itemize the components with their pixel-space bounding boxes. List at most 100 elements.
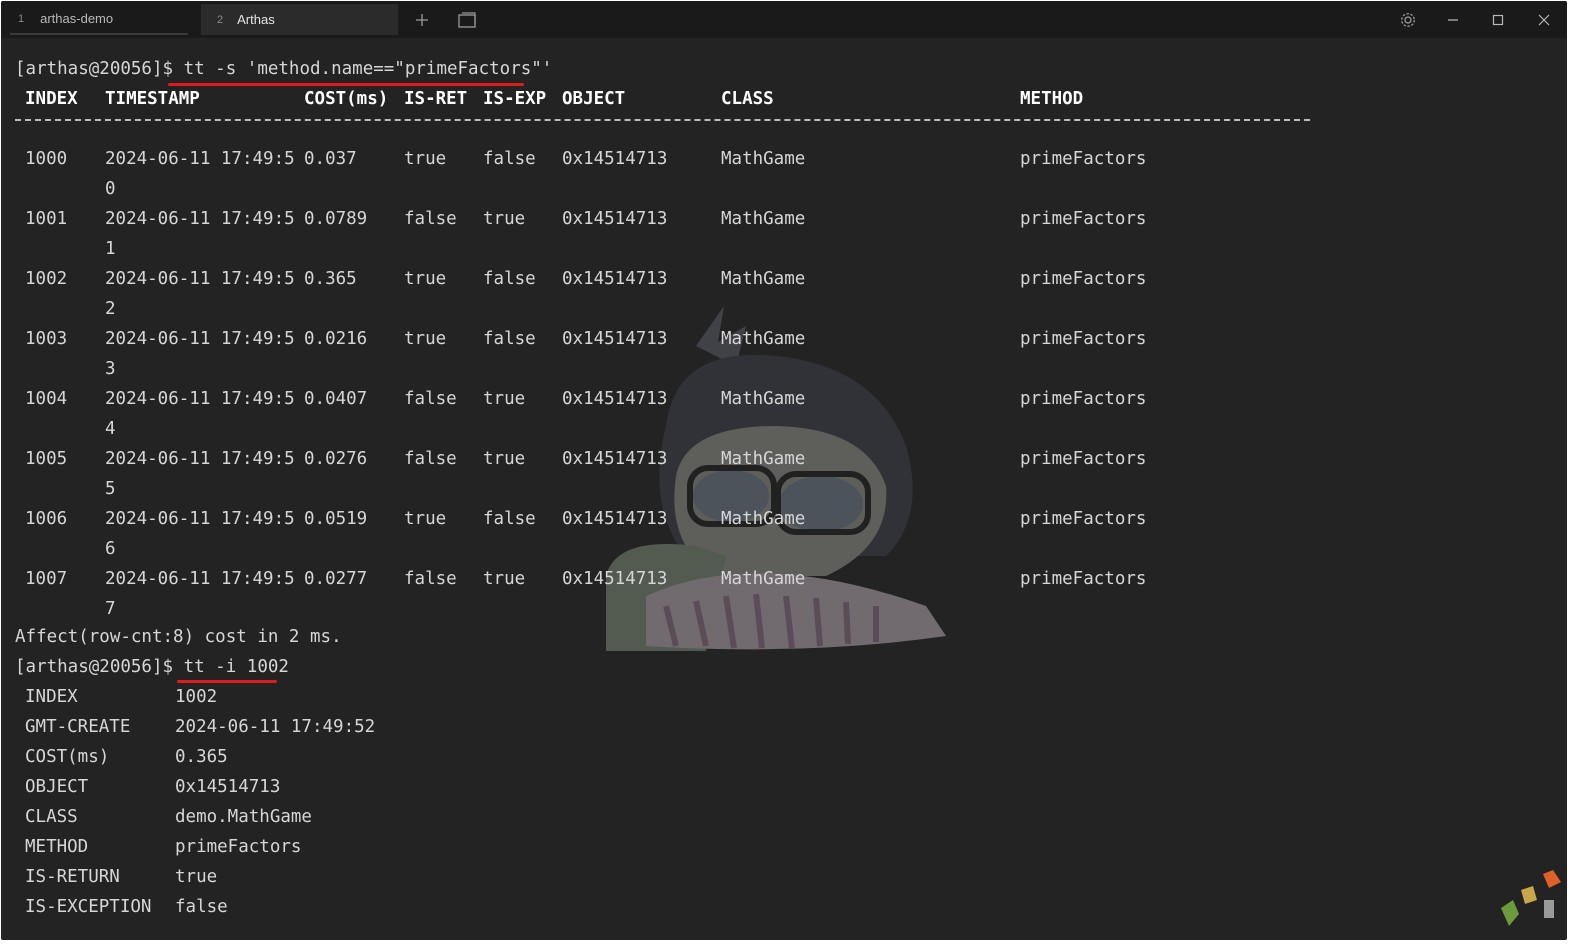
- cell-index: 1001: [25, 209, 68, 229]
- cell-index: 1003: [25, 329, 68, 349]
- cell-method: primeFactors: [1020, 389, 1147, 409]
- cell-timestamp-wrap: 3: [105, 359, 116, 379]
- affect-summary: Affect(row-cnt:8) cost in 2 ms.: [15, 627, 342, 647]
- cell-timestamp: 2024-06-11 17:49:5: [105, 329, 295, 349]
- cell-index: 1002: [25, 269, 68, 289]
- cell-is-exp: true: [483, 389, 526, 409]
- cell-class: MathGame: [721, 569, 806, 589]
- tab-arthas[interactable]: 2 Arthas: [201, 4, 398, 35]
- cell-is-exp: false: [483, 149, 536, 169]
- header-object: OBJECT: [562, 89, 626, 109]
- cell-is-ret: false: [404, 449, 457, 469]
- table-separator: [15, 119, 1310, 121]
- detail-value: true: [175, 867, 218, 887]
- tab-arthas-demo[interactable]: 1 arthas-demo: [10, 4, 188, 35]
- cell-index: 1004: [25, 389, 68, 409]
- cell-is-exp: true: [483, 209, 526, 229]
- maximize-icon[interactable]: [1481, 6, 1515, 33]
- command-line-2: [arthas@20056]$ tt -i 1002: [15, 652, 289, 682]
- cell-is-exp: false: [483, 509, 536, 529]
- cell-object: 0x14514713: [562, 209, 668, 229]
- cell-timestamp-wrap: 0: [105, 179, 116, 199]
- cell-timestamp-wrap: 5: [105, 479, 116, 499]
- cell-cost: 0.037: [304, 149, 357, 169]
- text-cursor: [1544, 900, 1554, 918]
- cell-class: MathGame: [721, 329, 806, 349]
- header-method: METHOD: [1020, 89, 1084, 109]
- gear-icon[interactable]: [1391, 6, 1425, 33]
- header-cost: COST(ms): [304, 89, 389, 109]
- cell-cost: 0.365: [304, 269, 357, 289]
- terminal-output[interactable]: [arthas@20056]$ tt -s 'method.name=="pri…: [1, 38, 1567, 940]
- cell-is-exp: true: [483, 569, 526, 589]
- cell-is-exp: false: [483, 329, 536, 349]
- cell-timestamp-wrap: 7: [105, 599, 116, 619]
- close-icon[interactable]: [1527, 6, 1561, 33]
- command-line-1: [arthas@20056]$ tt -s 'method.name=="pri…: [15, 54, 552, 84]
- cell-method: primeFactors: [1020, 509, 1147, 529]
- cell-class: MathGame: [721, 149, 806, 169]
- detail-key: IS-RETURN: [25, 867, 120, 887]
- detail-value: 2024-06-11 17:49:52: [175, 717, 376, 737]
- detail-key: INDEX: [25, 687, 78, 707]
- terminal-window: 1 arthas-demo 2 Arthas [arthas@20056]$ t…: [1, 1, 1567, 940]
- cell-is-ret: true: [404, 509, 447, 529]
- cell-is-ret: false: [404, 389, 457, 409]
- detail-value: false: [175, 897, 228, 917]
- cell-method: primeFactors: [1020, 569, 1147, 589]
- cell-timestamp-wrap: 6: [105, 539, 116, 559]
- cell-class: MathGame: [721, 509, 806, 529]
- cell-object: 0x14514713: [562, 269, 668, 289]
- cell-timestamp-wrap: 1: [105, 239, 116, 259]
- cell-index: 1007: [25, 569, 68, 589]
- cell-timestamp: 2024-06-11 17:49:5: [105, 389, 295, 409]
- cell-timestamp-wrap: 2: [105, 299, 116, 319]
- detail-key: COST(ms): [25, 747, 110, 767]
- cell-cost: 0.0789: [304, 209, 368, 229]
- tab-label: arthas-demo: [40, 11, 114, 26]
- detail-key: CLASS: [25, 807, 78, 827]
- tab-number: 2: [217, 13, 224, 26]
- detail-value: 0.365: [175, 747, 228, 767]
- cell-object: 0x14514713: [562, 149, 668, 169]
- cell-timestamp-wrap: 4: [105, 419, 116, 439]
- mascot-sticker-image: [1501, 870, 1561, 926]
- detail-key: IS-EXCEPTION: [25, 897, 152, 917]
- cell-timestamp: 2024-06-11 17:49:5: [105, 509, 295, 529]
- detail-key: OBJECT: [25, 777, 89, 797]
- detail-value: demo.MathGame: [175, 807, 312, 827]
- detail-value: 1002: [175, 687, 218, 707]
- header-class: CLASS: [721, 89, 774, 109]
- prompt: [arthas@20056]$: [15, 657, 184, 677]
- cell-is-ret: true: [404, 269, 447, 289]
- title-bar: 1 arthas-demo 2 Arthas: [1, 1, 1567, 38]
- cell-object: 0x14514713: [562, 569, 668, 589]
- new-tab-icon[interactable]: [405, 6, 439, 33]
- cell-index: 1005: [25, 449, 68, 469]
- cell-object: 0x14514713: [562, 449, 668, 469]
- tab-overview-icon[interactable]: [450, 6, 484, 33]
- cell-is-exp: true: [483, 449, 526, 469]
- cell-method: primeFactors: [1020, 449, 1147, 469]
- cell-cost: 0.0276: [304, 449, 368, 469]
- tab-label: Arthas: [237, 12, 275, 27]
- cell-timestamp: 2024-06-11 17:49:5: [105, 149, 295, 169]
- cell-class: MathGame: [721, 389, 806, 409]
- cell-object: 0x14514713: [562, 329, 668, 349]
- cell-index: 1000: [25, 149, 68, 169]
- header-index: INDEX: [25, 89, 78, 109]
- cell-object: 0x14514713: [562, 509, 668, 529]
- detail-key: GMT-CREATE: [25, 717, 131, 737]
- cell-is-ret: false: [404, 569, 457, 589]
- cell-is-ret: false: [404, 209, 457, 229]
- detail-value: 0x14514713: [175, 777, 281, 797]
- command-text: tt -s 'method.name=="primeFactors"': [183, 59, 553, 79]
- cell-timestamp: 2024-06-11 17:49:5: [105, 569, 295, 589]
- prompt: [arthas@20056]$: [15, 59, 184, 79]
- cell-object: 0x14514713: [562, 389, 668, 409]
- minimize-icon[interactable]: [1436, 6, 1470, 33]
- cell-timestamp: 2024-06-11 17:49:5: [105, 269, 295, 289]
- cell-index: 1006: [25, 509, 68, 529]
- header-is-ret: IS-RET: [404, 89, 468, 109]
- cell-method: primeFactors: [1020, 329, 1147, 349]
